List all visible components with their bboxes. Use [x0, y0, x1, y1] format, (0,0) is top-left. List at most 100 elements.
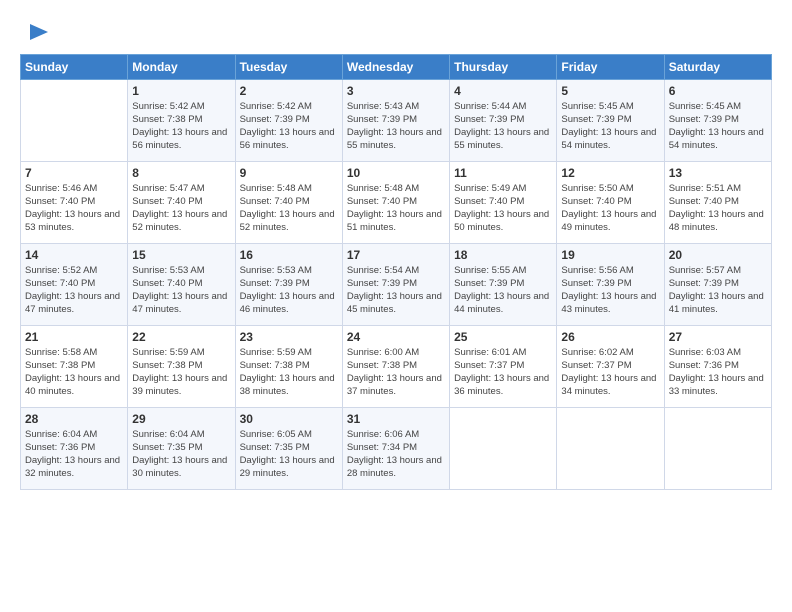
day-info: Sunrise: 5:50 AMSunset: 7:40 PMDaylight:…	[561, 183, 656, 233]
day-number: 2	[240, 84, 338, 98]
day-cell: 29 Sunrise: 6:04 AMSunset: 7:35 PMDaylig…	[128, 408, 235, 490]
day-info: Sunrise: 6:02 AMSunset: 7:37 PMDaylight:…	[561, 347, 656, 397]
day-number: 24	[347, 330, 445, 344]
col-header-tuesday: Tuesday	[235, 55, 342, 80]
day-number: 19	[561, 248, 659, 262]
day-info: Sunrise: 6:04 AMSunset: 7:36 PMDaylight:…	[25, 429, 120, 479]
day-number: 28	[25, 412, 123, 426]
day-number: 22	[132, 330, 230, 344]
day-info: Sunrise: 5:49 AMSunset: 7:40 PMDaylight:…	[454, 183, 549, 233]
day-cell	[557, 408, 664, 490]
day-cell: 24 Sunrise: 6:00 AMSunset: 7:38 PMDaylig…	[342, 326, 449, 408]
day-cell: 3 Sunrise: 5:43 AMSunset: 7:39 PMDayligh…	[342, 80, 449, 162]
day-cell: 12 Sunrise: 5:50 AMSunset: 7:40 PMDaylig…	[557, 162, 664, 244]
day-info: Sunrise: 6:03 AMSunset: 7:36 PMDaylight:…	[669, 347, 764, 397]
day-info: Sunrise: 5:48 AMSunset: 7:40 PMDaylight:…	[240, 183, 335, 233]
day-number: 27	[669, 330, 767, 344]
day-number: 30	[240, 412, 338, 426]
day-number: 26	[561, 330, 659, 344]
day-info: Sunrise: 5:51 AMSunset: 7:40 PMDaylight:…	[669, 183, 764, 233]
day-cell: 27 Sunrise: 6:03 AMSunset: 7:36 PMDaylig…	[664, 326, 771, 408]
day-info: Sunrise: 5:42 AMSunset: 7:39 PMDaylight:…	[240, 101, 335, 151]
day-number: 14	[25, 248, 123, 262]
day-cell: 6 Sunrise: 5:45 AMSunset: 7:39 PMDayligh…	[664, 80, 771, 162]
col-header-wednesday: Wednesday	[342, 55, 449, 80]
day-cell	[450, 408, 557, 490]
day-number: 21	[25, 330, 123, 344]
day-number: 31	[347, 412, 445, 426]
day-info: Sunrise: 6:04 AMSunset: 7:35 PMDaylight:…	[132, 429, 227, 479]
week-row-3: 14 Sunrise: 5:52 AMSunset: 7:40 PMDaylig…	[21, 244, 772, 326]
day-cell: 25 Sunrise: 6:01 AMSunset: 7:37 PMDaylig…	[450, 326, 557, 408]
day-cell: 11 Sunrise: 5:49 AMSunset: 7:40 PMDaylig…	[450, 162, 557, 244]
day-number: 29	[132, 412, 230, 426]
day-number: 17	[347, 248, 445, 262]
day-info: Sunrise: 5:55 AMSunset: 7:39 PMDaylight:…	[454, 265, 549, 315]
day-number: 11	[454, 166, 552, 180]
week-row-2: 7 Sunrise: 5:46 AMSunset: 7:40 PMDayligh…	[21, 162, 772, 244]
day-info: Sunrise: 5:59 AMSunset: 7:38 PMDaylight:…	[240, 347, 335, 397]
day-cell: 22 Sunrise: 5:59 AMSunset: 7:38 PMDaylig…	[128, 326, 235, 408]
day-number: 15	[132, 248, 230, 262]
col-header-sunday: Sunday	[21, 55, 128, 80]
day-number: 3	[347, 84, 445, 98]
day-cell: 10 Sunrise: 5:48 AMSunset: 7:40 PMDaylig…	[342, 162, 449, 244]
day-cell: 2 Sunrise: 5:42 AMSunset: 7:39 PMDayligh…	[235, 80, 342, 162]
day-info: Sunrise: 5:59 AMSunset: 7:38 PMDaylight:…	[132, 347, 227, 397]
day-cell: 28 Sunrise: 6:04 AMSunset: 7:36 PMDaylig…	[21, 408, 128, 490]
week-row-5: 28 Sunrise: 6:04 AMSunset: 7:36 PMDaylig…	[21, 408, 772, 490]
col-header-friday: Friday	[557, 55, 664, 80]
calendar-table: SundayMondayTuesdayWednesdayThursdayFrid…	[20, 54, 772, 490]
day-cell: 26 Sunrise: 6:02 AMSunset: 7:37 PMDaylig…	[557, 326, 664, 408]
day-number: 7	[25, 166, 123, 180]
day-cell: 13 Sunrise: 5:51 AMSunset: 7:40 PMDaylig…	[664, 162, 771, 244]
day-number: 5	[561, 84, 659, 98]
day-cell: 18 Sunrise: 5:55 AMSunset: 7:39 PMDaylig…	[450, 244, 557, 326]
day-number: 1	[132, 84, 230, 98]
day-info: Sunrise: 5:42 AMSunset: 7:38 PMDaylight:…	[132, 101, 227, 151]
day-number: 8	[132, 166, 230, 180]
day-cell: 21 Sunrise: 5:58 AMSunset: 7:38 PMDaylig…	[21, 326, 128, 408]
day-info: Sunrise: 5:48 AMSunset: 7:40 PMDaylight:…	[347, 183, 442, 233]
col-header-monday: Monday	[128, 55, 235, 80]
col-header-thursday: Thursday	[450, 55, 557, 80]
day-cell: 5 Sunrise: 5:45 AMSunset: 7:39 PMDayligh…	[557, 80, 664, 162]
day-cell: 7 Sunrise: 5:46 AMSunset: 7:40 PMDayligh…	[21, 162, 128, 244]
day-info: Sunrise: 5:46 AMSunset: 7:40 PMDaylight:…	[25, 183, 120, 233]
day-number: 20	[669, 248, 767, 262]
day-cell	[21, 80, 128, 162]
week-row-4: 21 Sunrise: 5:58 AMSunset: 7:38 PMDaylig…	[21, 326, 772, 408]
day-cell: 14 Sunrise: 5:52 AMSunset: 7:40 PMDaylig…	[21, 244, 128, 326]
day-number: 23	[240, 330, 338, 344]
day-number: 12	[561, 166, 659, 180]
day-cell: 19 Sunrise: 5:56 AMSunset: 7:39 PMDaylig…	[557, 244, 664, 326]
day-info: Sunrise: 5:52 AMSunset: 7:40 PMDaylight:…	[25, 265, 120, 315]
day-cell: 31 Sunrise: 6:06 AMSunset: 7:34 PMDaylig…	[342, 408, 449, 490]
day-number: 16	[240, 248, 338, 262]
day-info: Sunrise: 5:57 AMSunset: 7:39 PMDaylight:…	[669, 265, 764, 315]
day-info: Sunrise: 5:45 AMSunset: 7:39 PMDaylight:…	[669, 101, 764, 151]
day-info: Sunrise: 5:56 AMSunset: 7:39 PMDaylight:…	[561, 265, 656, 315]
day-info: Sunrise: 6:00 AMSunset: 7:38 PMDaylight:…	[347, 347, 442, 397]
day-cell: 30 Sunrise: 6:05 AMSunset: 7:35 PMDaylig…	[235, 408, 342, 490]
day-info: Sunrise: 5:58 AMSunset: 7:38 PMDaylight:…	[25, 347, 120, 397]
week-row-1: 1 Sunrise: 5:42 AMSunset: 7:38 PMDayligh…	[21, 80, 772, 162]
day-number: 10	[347, 166, 445, 180]
day-cell: 9 Sunrise: 5:48 AMSunset: 7:40 PMDayligh…	[235, 162, 342, 244]
day-cell: 1 Sunrise: 5:42 AMSunset: 7:38 PMDayligh…	[128, 80, 235, 162]
day-cell: 4 Sunrise: 5:44 AMSunset: 7:39 PMDayligh…	[450, 80, 557, 162]
day-cell: 15 Sunrise: 5:53 AMSunset: 7:40 PMDaylig…	[128, 244, 235, 326]
day-info: Sunrise: 5:44 AMSunset: 7:39 PMDaylight:…	[454, 101, 549, 151]
day-info: Sunrise: 6:01 AMSunset: 7:37 PMDaylight:…	[454, 347, 549, 397]
day-info: Sunrise: 5:53 AMSunset: 7:40 PMDaylight:…	[132, 265, 227, 315]
day-number: 13	[669, 166, 767, 180]
day-info: Sunrise: 5:47 AMSunset: 7:40 PMDaylight:…	[132, 183, 227, 233]
day-number: 4	[454, 84, 552, 98]
day-cell: 20 Sunrise: 5:57 AMSunset: 7:39 PMDaylig…	[664, 244, 771, 326]
calendar-page: SundayMondayTuesdayWednesdayThursdayFrid…	[0, 0, 792, 612]
logo	[20, 18, 50, 46]
day-cell: 16 Sunrise: 5:53 AMSunset: 7:39 PMDaylig…	[235, 244, 342, 326]
day-info: Sunrise: 5:54 AMSunset: 7:39 PMDaylight:…	[347, 265, 442, 315]
logo-icon	[22, 18, 50, 46]
day-cell: 23 Sunrise: 5:59 AMSunset: 7:38 PMDaylig…	[235, 326, 342, 408]
